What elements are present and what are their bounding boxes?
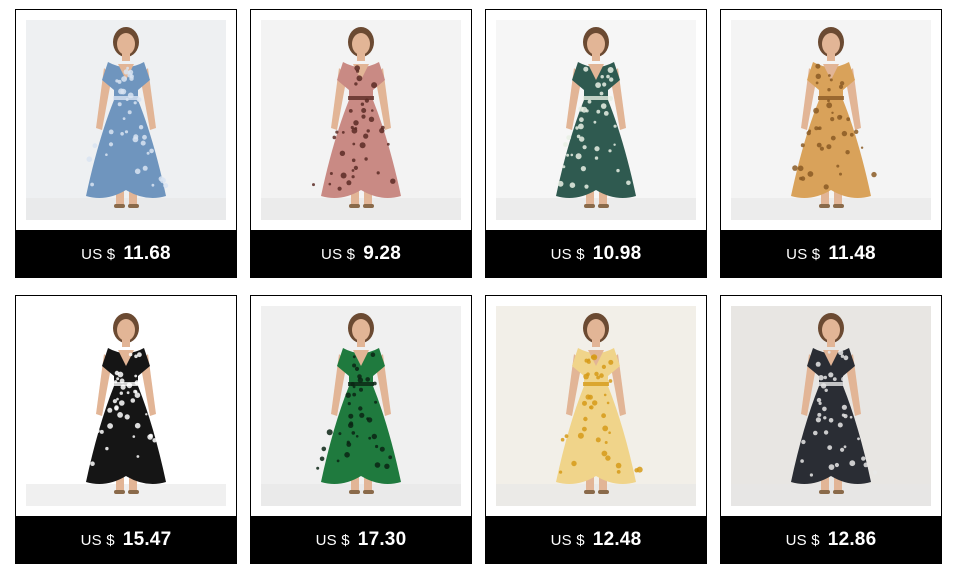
price-currency: US $: [785, 531, 820, 549]
product-image[interactable]: [496, 20, 696, 220]
price-bar: US $ 12.86: [720, 516, 942, 564]
dress-icon: [496, 20, 696, 220]
product-image[interactable]: [26, 20, 226, 220]
price-amount: 12.48: [592, 529, 642, 550]
product-image[interactable]: [731, 20, 931, 220]
dress-icon: [26, 306, 226, 506]
price-currency: US $: [80, 531, 115, 549]
price-bar: US $ 15.47: [15, 516, 237, 564]
price-amount: 10.98: [592, 243, 642, 264]
dress-icon: [731, 306, 931, 506]
dress-icon: [26, 20, 226, 220]
price-bar: US $ 11.48: [720, 230, 942, 278]
product-card[interactable]: US $ 12.86: [720, 295, 942, 564]
product-image[interactable]: [496, 306, 696, 506]
price-bar: US $ 12.48: [485, 516, 707, 564]
product-card[interactable]: US $ 11.68: [15, 9, 237, 278]
product-image[interactable]: [26, 306, 226, 506]
product-card[interactable]: US $ 9.28: [250, 9, 472, 278]
price-currency: US $: [786, 245, 821, 263]
product-card[interactable]: US $ 15.47: [15, 295, 237, 564]
product-image[interactable]: [731, 306, 931, 506]
price-currency: US $: [321, 245, 356, 263]
price-amount: 9.28: [363, 243, 401, 264]
price-bar: US $ 11.68: [15, 230, 237, 278]
product-card[interactable]: US $ 11.48: [720, 9, 942, 278]
price-bar: US $ 9.28: [250, 230, 472, 278]
dress-icon: [261, 20, 461, 220]
price-amount: 15.47: [122, 529, 172, 550]
price-currency: US $: [550, 531, 585, 549]
price-amount: 11.68: [123, 243, 171, 264]
product-image[interactable]: [261, 20, 461, 220]
product-grid: US $ 11.68 US $ 9.28 US $ 10.98 US $ 11.…: [15, 9, 942, 564]
price-currency: US $: [550, 245, 585, 263]
price-amount: 11.48: [828, 243, 876, 264]
dress-icon: [731, 20, 931, 220]
price-bar: US $ 10.98: [485, 230, 707, 278]
price-amount: 17.30: [357, 529, 407, 550]
product-card[interactable]: US $ 10.98: [485, 9, 707, 278]
price-currency: US $: [81, 245, 116, 263]
dress-icon: [496, 306, 696, 506]
price-amount: 12.86: [827, 529, 877, 550]
price-bar: US $ 17.30: [250, 516, 472, 564]
product-card[interactable]: US $ 17.30: [250, 295, 472, 564]
product-image[interactable]: [261, 306, 461, 506]
price-currency: US $: [315, 531, 350, 549]
dress-icon: [261, 306, 461, 506]
product-card[interactable]: US $ 12.48: [485, 295, 707, 564]
